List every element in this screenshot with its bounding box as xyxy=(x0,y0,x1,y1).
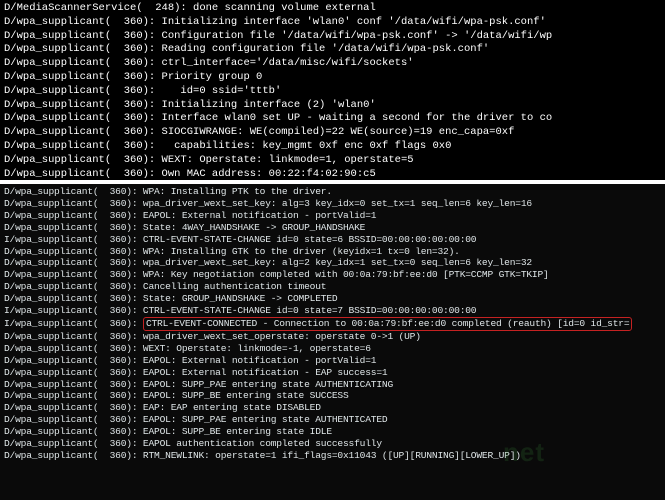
log-line: D/wpa_supplicant( 360): EAPOL: SUPP_PAE … xyxy=(4,414,661,426)
log-line: D/wpa_supplicant( 360): Own MAC address:… xyxy=(4,168,661,180)
log-line: D/MediaScannerService( 248): done scanni… xyxy=(4,2,661,16)
log-line: D/wpa_supplicant( 360): EAPOL: SUPP_PAE … xyxy=(4,379,661,391)
log-line: D/wpa_supplicant( 360): Cancelling authe… xyxy=(4,281,661,293)
log-panel-top: D/MediaScannerService( 248): done scanni… xyxy=(0,0,665,180)
log-line: D/wpa_supplicant( 360): EAP: EAP enterin… xyxy=(4,402,661,414)
log-line: D/wpa_supplicant( 360): State: 4WAY_HAND… xyxy=(4,222,661,234)
log-line: D/wpa_supplicant( 360): wpa_driver_wext_… xyxy=(4,331,661,343)
log-line: D/wpa_supplicant( 360): EAPOL: External … xyxy=(4,367,661,379)
log-line: D/wpa_supplicant( 360): SIOCGIWRANGE: WE… xyxy=(4,126,661,140)
log-line: D/wpa_supplicant( 360): WEXT: Operstate:… xyxy=(4,154,661,168)
log-line: D/wpa_supplicant( 360): wpa_driver_wext_… xyxy=(4,198,661,210)
log-line: D/wpa_supplicant( 360): WPA: Installing … xyxy=(4,186,661,198)
log-line: D/wpa_supplicant( 360): EAPOL: SUPP_BE e… xyxy=(4,390,661,402)
log-line: D/wpa_supplicant( 360): WPA: Installing … xyxy=(4,246,661,258)
log-line: D/wpa_supplicant( 360): EAPOL: External … xyxy=(4,355,661,367)
log-line: D/wpa_supplicant( 360): Reading configur… xyxy=(4,43,661,57)
log-line: D/wpa_supplicant( 360): Initializing int… xyxy=(4,99,661,113)
log-line: D/wpa_supplicant( 360): wpa_driver_wext_… xyxy=(4,257,661,269)
log-panel-bottom: D/wpa_supplicant( 360): WPA: Installing … xyxy=(0,184,665,500)
highlight-box: CTRL-EVENT-CONNECTED - Connection to 00:… xyxy=(143,317,632,331)
log-line: D/wpa_supplicant( 360): RTM_NEWLINK: ope… xyxy=(4,450,661,462)
log-line: D/wpa_supplicant( 360): Priority group 0 xyxy=(4,71,661,85)
log-line: D/wpa_supplicant( 360): Interface wlan0 … xyxy=(4,112,661,126)
log-line: D/wpa_supplicant( 360): Initializing int… xyxy=(4,16,661,30)
log-line: D/wpa_supplicant( 360): EAPOL: SUPP_BE e… xyxy=(4,426,661,438)
log-line: D/wpa_supplicant( 360): WPA: Key negotia… xyxy=(4,269,661,281)
log-line: D/wpa_supplicant( 360): Configuration fi… xyxy=(4,30,661,44)
log-line: D/wpa_supplicant( 360): ctrl_interface='… xyxy=(4,57,661,71)
log-line: I/wpa_supplicant( 360): CTRL-EVENT-STATE… xyxy=(4,305,661,317)
log-line: D/wpa_supplicant( 360): id=0 ssid='tttb' xyxy=(4,85,661,99)
log-line: I/wpa_supplicant( 360): CTRL-EVENT-STATE… xyxy=(4,234,661,246)
log-line: D/wpa_supplicant( 360): State: GROUP_HAN… xyxy=(4,293,661,305)
log-line: D/wpa_supplicant( 360): capabilities: ke… xyxy=(4,140,661,154)
log-line: D/wpa_supplicant( 360): EAPOL authentica… xyxy=(4,438,661,450)
log-line: D/wpa_supplicant( 360): EAPOL: External … xyxy=(4,210,661,222)
log-line-highlighted: I/wpa_supplicant( 360): CTRL-EVENT-CONNE… xyxy=(4,317,661,331)
log-line: D/wpa_supplicant( 360): WEXT: Operstate:… xyxy=(4,343,661,355)
